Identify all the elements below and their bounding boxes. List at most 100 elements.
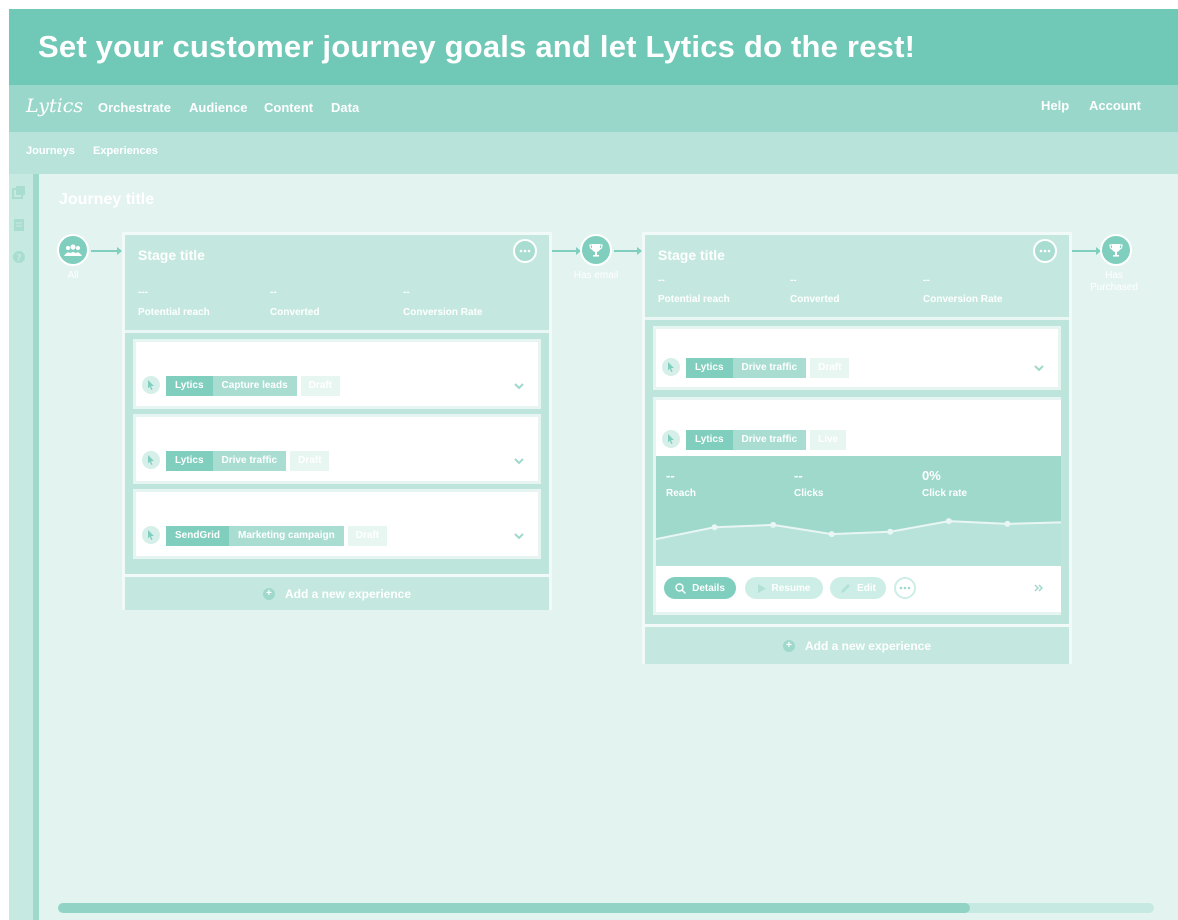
stage-menu-button[interactable] — [1033, 239, 1057, 263]
experience-card[interactable]: Lytics Capture leads Draft — [133, 339, 541, 409]
plus-icon: + — [262, 587, 275, 600]
stat-rate-value: -- — [403, 287, 410, 298]
horizontal-scrollbar[interactable] — [58, 903, 1154, 913]
click-rate-label: Click rate — [922, 488, 968, 499]
plus-icon: + — [782, 639, 795, 652]
svg-text:?: ? — [16, 254, 21, 264]
search-icon — [675, 582, 687, 594]
provider-tag: Lytics — [686, 358, 733, 378]
app-frame: Set your customer journey goals and let … — [9, 9, 1178, 920]
stat-converted-value: -- — [270, 287, 277, 298]
users-icon — [64, 244, 82, 256]
click-rate-value: 0% — [922, 468, 941, 483]
pointer-icon — [142, 526, 160, 544]
stage-title[interactable]: Stage title — [138, 247, 205, 263]
status-badge: Draft — [300, 376, 341, 396]
stat-reach-label: Potential reach — [658, 294, 730, 305]
experience-card-expanded[interactable]: Lytics Drive traffic Live -- Reach -- Cl… — [653, 397, 1061, 615]
edit-button[interactable]: Edit — [830, 577, 886, 599]
stage-header: Stage title --- Potential reach -- Conve… — [125, 235, 549, 330]
nav-help[interactable]: Help — [1041, 98, 1069, 113]
nav-orchestrate[interactable]: Orchestrate — [98, 100, 171, 115]
collapse-icon[interactable] — [1034, 584, 1043, 592]
experience-tags: Lytics Drive traffic Draft — [166, 451, 330, 471]
trend-sparkline — [656, 518, 1061, 566]
help-icon[interactable]: ? — [12, 250, 26, 264]
add-experience-label: Add a new experience — [804, 638, 932, 653]
connector-arrow — [1072, 247, 1101, 255]
connector-arrow — [91, 247, 122, 255]
scrollbar-thumb[interactable] — [58, 903, 970, 913]
top-navigation: Lytics Orchestrate Audience Content Data… — [9, 85, 1178, 132]
nav-account[interactable]: Account — [1089, 98, 1141, 113]
nav-audience[interactable]: Audience — [189, 100, 248, 115]
provider-tag: SendGrid — [166, 526, 230, 546]
trend-point — [770, 521, 777, 528]
left-toolbar-edge — [33, 174, 39, 920]
trend-point — [887, 528, 894, 535]
performance-panel: -- Reach -- Clicks 0% Click rate — [656, 456, 1061, 566]
provider-tag: Lytics — [166, 451, 213, 471]
stage-header: Stage title -- Potential reach -- Conver… — [645, 235, 1069, 317]
stat-converted-value: -- — [790, 275, 797, 286]
promo-banner: Set your customer journey goals and let … — [9, 9, 1178, 85]
more-icon — [899, 586, 911, 590]
pointer-icon — [142, 376, 160, 394]
chevron-down-icon[interactable] — [1034, 363, 1044, 373]
stat-rate-value: -- — [923, 275, 930, 286]
experience-card[interactable]: SendGrid Marketing campaign Draft — [133, 489, 541, 559]
goal-tag: Drive traffic — [732, 358, 807, 378]
goal-node-label: Has email — [573, 270, 619, 281]
stat-rate-label: Conversion Rate — [403, 307, 483, 318]
experience-tags: Lytics Drive traffic Draft — [686, 358, 850, 378]
stat-reach-label: Potential reach — [138, 307, 210, 318]
details-button[interactable]: Details — [664, 577, 736, 599]
trend-point — [828, 531, 835, 538]
stage-card-1: Stage title --- Potential reach -- Conve… — [122, 232, 552, 610]
left-toolbar: ? — [9, 174, 33, 920]
journey-title[interactable]: Journey title — [59, 191, 154, 209]
goal-node-has-email[interactable] — [580, 234, 612, 266]
goal-tag: Drive traffic — [732, 430, 807, 450]
lytics-logo[interactable]: Lytics — [26, 95, 83, 117]
add-experience-button[interactable]: + Add a new experience — [645, 624, 1069, 664]
resume-button[interactable]: Resume — [745, 577, 823, 599]
trend-point — [711, 524, 718, 531]
status-badge: Draft — [347, 526, 388, 546]
nav-data[interactable]: Data — [331, 100, 359, 115]
chevron-down-icon[interactable] — [514, 381, 524, 391]
status-badge: Live — [810, 430, 847, 450]
pointer-icon — [142, 451, 160, 469]
clicks-value: -- — [794, 468, 803, 483]
stage-title[interactable]: Stage title — [658, 247, 725, 263]
experience-card[interactable]: Lytics Drive traffic Draft — [653, 326, 1061, 390]
document-icon[interactable] — [12, 218, 26, 232]
experience-tags: Lytics Capture leads Draft — [166, 376, 341, 396]
layers-icon[interactable] — [12, 185, 26, 199]
stage-card-2: Stage title -- Potential reach -- Conver… — [642, 232, 1072, 664]
goal-node-has-purchased[interactable] — [1100, 234, 1132, 266]
experience-more-button[interactable] — [894, 577, 916, 599]
sub-navigation: Journeys Experiences — [9, 132, 1178, 174]
entry-node-label: All — [67, 270, 79, 281]
experience-tags: SendGrid Marketing campaign Draft — [166, 526, 388, 546]
banner-headline: Set your customer journey goals and let … — [38, 29, 916, 64]
subnav-experiences[interactable]: Experiences — [93, 145, 158, 157]
add-experience-button[interactable]: + Add a new experience — [125, 574, 549, 610]
trophy-icon — [589, 244, 603, 257]
stat-converted-label: Converted — [790, 294, 840, 305]
pointer-icon — [662, 430, 680, 448]
chevron-down-icon[interactable] — [514, 456, 524, 466]
subnav-journeys[interactable]: Journeys — [26, 145, 75, 157]
details-label: Details — [692, 582, 725, 594]
goal-node-label: Has Purchased — [1090, 270, 1138, 293]
connector-line — [552, 247, 581, 255]
stage-menu-button[interactable] — [513, 239, 537, 263]
trophy-icon — [1109, 244, 1123, 257]
experience-tags: Lytics Drive traffic Live — [686, 430, 847, 450]
nav-content[interactable]: Content — [264, 100, 313, 115]
provider-tag: Lytics — [166, 376, 213, 396]
entry-node[interactable] — [57, 234, 89, 266]
experience-card[interactable]: Lytics Drive traffic Draft — [133, 414, 541, 484]
chevron-down-icon[interactable] — [514, 531, 524, 541]
